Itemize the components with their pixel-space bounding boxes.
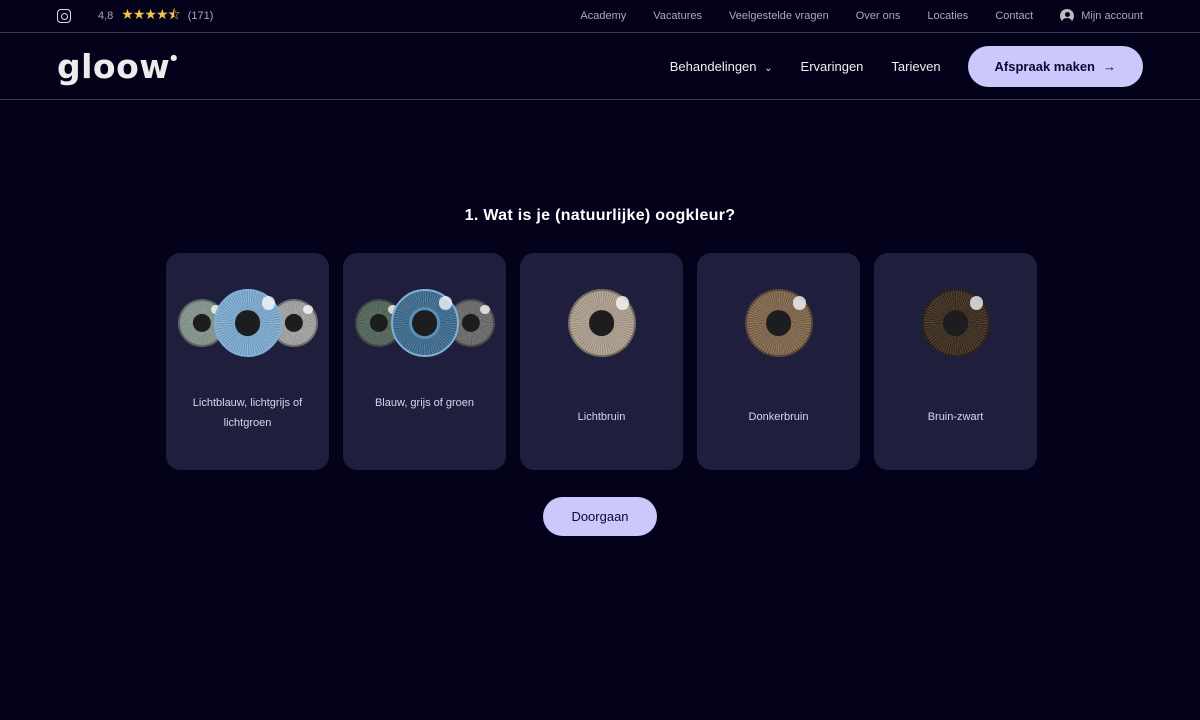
option-label: Blauw, grijs of groen: [374, 397, 475, 409]
option-label: Donkerbruin: [748, 411, 809, 423]
eye-color-option[interactable]: Lichtbruin: [520, 253, 683, 470]
afspraak-maken-button[interactable]: Afspraak maken →: [967, 45, 1143, 87]
nav-behandelingen[interactable]: Behandelingen ⌄: [670, 59, 773, 74]
logo-text: gloow: [57, 46, 171, 86]
link-contact[interactable]: Contact: [995, 10, 1033, 22]
doorgaan-button[interactable]: Doorgaan: [543, 497, 657, 536]
logo[interactable]: gloow●: [57, 47, 178, 86]
chevron-down-icon: ⌄: [764, 62, 773, 74]
eye-icon: [921, 289, 990, 357]
rating-score: 4,8: [98, 10, 114, 22]
eye-icon: [390, 289, 459, 357]
cta-label: Afspraak maken: [994, 58, 1095, 74]
top-bar: 4,8 ★★★★⯪ (171) Academy Vacatures Veelge…: [0, 0, 1200, 33]
link-vacatures[interactable]: Vacatures: [653, 10, 702, 22]
instagram-icon[interactable]: [57, 9, 71, 23]
nav-tarieven[interactable]: Tarieven: [891, 59, 940, 74]
eye-illustration: [520, 289, 683, 357]
eye-color-option[interactable]: Lichtblauw, lichtgrijs of lichtgroen: [166, 253, 329, 470]
eye-icon: [567, 289, 636, 357]
nav-ervaringen[interactable]: Ervaringen: [801, 59, 864, 74]
option-label: Bruin-zwart: [927, 411, 984, 423]
eye-icon: [213, 289, 282, 357]
eye-illustration: [166, 289, 329, 357]
link-faq[interactable]: Veelgestelde vragen: [729, 10, 829, 22]
review-count[interactable]: (171): [188, 10, 214, 22]
link-locaties[interactable]: Locaties: [927, 10, 968, 22]
eye-color-options: Lichtblauw, lichtgrijs of lichtgroen Blau…: [166, 253, 1037, 470]
option-label: Lichtbruin: [577, 411, 626, 423]
eye-illustration: [874, 289, 1037, 357]
eye-illustration: [343, 289, 506, 357]
rating-stars-icon: ★★★★⯪: [121, 6, 180, 22]
user-icon: [1060, 9, 1075, 23]
eye-icon: [744, 289, 813, 357]
eye-illustration: [697, 289, 860, 357]
eye-color-option[interactable]: Bruin-zwart: [874, 253, 1037, 470]
link-over-ons[interactable]: Over ons: [856, 10, 901, 22]
eye-color-option[interactable]: Donkerbruin: [697, 253, 860, 470]
arrow-right-icon: →: [1103, 58, 1116, 74]
account-link[interactable]: Mijn account: [1060, 9, 1143, 23]
main-header: gloow● Behandelingen ⌄ Ervaringen Tariev…: [0, 33, 1200, 100]
nav-label: Behandelingen: [669, 58, 757, 74]
question-title: 1. Wat is je (natuurlijke) oogkleur?: [464, 207, 736, 224]
option-label: Lichtblauw, lichtgrijs of lichtgroen: [192, 397, 303, 429]
eye-color-option[interactable]: Blauw, grijs of groen: [343, 253, 506, 470]
account-label: Mijn account: [1081, 10, 1143, 22]
link-academy[interactable]: Academy: [580, 10, 626, 22]
